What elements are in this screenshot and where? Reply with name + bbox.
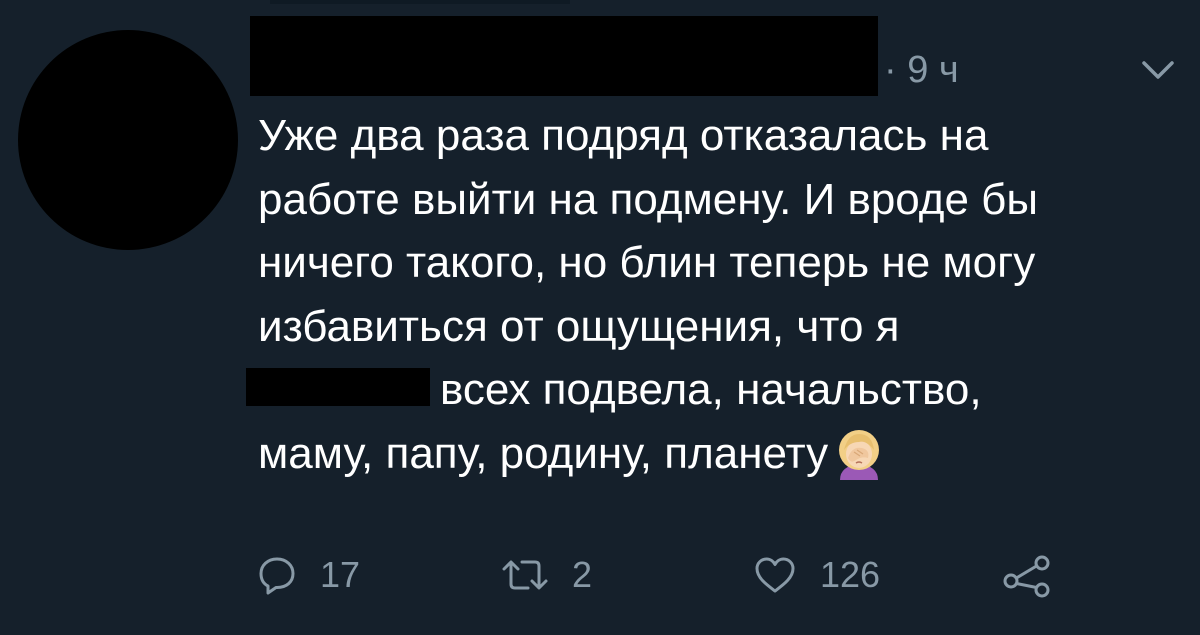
retweet-count: 2 — [572, 554, 593, 595]
heart-icon — [752, 554, 798, 596]
avatar[interactable] — [18, 30, 238, 250]
like-count: 126 — [820, 554, 881, 595]
share-icon — [1002, 552, 1052, 598]
author-name-redacted — [250, 16, 878, 96]
retweet-button[interactable]: 2 — [500, 540, 592, 610]
reply-button[interactable]: 17 — [256, 540, 360, 610]
tweet-text-fragment: маму, папу, родину, планету — [258, 428, 829, 478]
tweet[interactable]: · 9 ч Уже два раза подряд отказалась на … — [0, 0, 1200, 635]
inline-redaction — [246, 368, 430, 406]
reply-count: 17 — [320, 554, 361, 595]
reply-icon — [256, 554, 298, 596]
tweet-actions: 17 2 126 — [0, 540, 1200, 610]
tweet-text-line: Уже два раза подряд отказалась на — [258, 111, 989, 160]
tweet-text-line-redacted: всех подвела, начальство, — [246, 358, 1198, 422]
like-button[interactable]: 126 — [752, 540, 880, 610]
tweet-text-line: ничего такого, но блин теперь не могу — [258, 238, 1036, 287]
share-button[interactable] — [1002, 540, 1052, 610]
face-palm-emoji — [832, 428, 886, 480]
retweet-icon — [500, 554, 550, 596]
tweet-text-line: маму, папу, родину, планету — [258, 422, 1198, 486]
tweet-text: Уже два раза подряд отказалась на работе… — [246, 104, 1198, 486]
previous-tweet-edge — [270, 0, 570, 4]
tweet-text-line: избавиться от ощущения, что я — [258, 301, 900, 351]
chevron-down-icon[interactable] — [1138, 58, 1178, 82]
tweet-text-fragment: всех подвела, начальство, — [440, 365, 982, 414]
tweet-text-line: работе выйти на подмену. И вроде бы — [258, 174, 1038, 224]
tweet-timestamp[interactable]: · 9 ч — [884, 44, 959, 96]
